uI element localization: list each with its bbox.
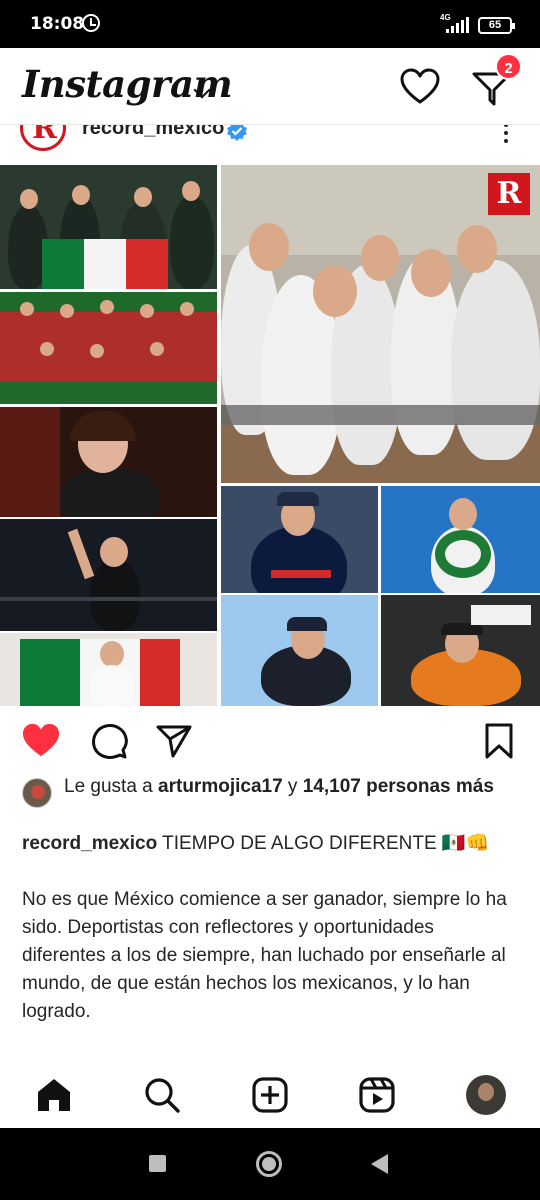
- liker-username[interactable]: arturmojica17: [158, 776, 283, 797]
- reels-icon[interactable]: [358, 1076, 396, 1114]
- bookmark-icon[interactable]: [480, 722, 518, 760]
- verified-badge-icon: [227, 125, 247, 141]
- post-header: R record_mexico: [0, 125, 540, 165]
- system-navigation-bar: [0, 1128, 540, 1200]
- post-actions: [0, 706, 540, 774]
- post-username[interactable]: record_mexico: [82, 125, 224, 140]
- likes-count[interactable]: 14,107 personas más: [303, 776, 494, 797]
- photo-fighter-woman: [0, 407, 217, 517]
- photo-f1-driver: [221, 486, 378, 593]
- likes-text: Le gusta a arturmojica17 y 14,107 person…: [64, 776, 494, 797]
- photo-team-celebration: [0, 165, 217, 289]
- like-heart-icon[interactable]: [22, 722, 60, 760]
- profile-avatar[interactable]: [466, 1075, 506, 1115]
- caption-headline: TIEMPO DE ALGO DIFERENTE 🇲🇽👊: [157, 833, 490, 854]
- recents-icon[interactable]: [149, 1155, 166, 1172]
- caption-username[interactable]: record_mexico: [22, 833, 157, 854]
- photo-baseball-team: [0, 292, 217, 404]
- photo-woman-flag: [0, 633, 217, 706]
- liker-avatar: [22, 778, 52, 808]
- photo-driver-confetti: [221, 595, 378, 706]
- post-caption: record_mexico TIEMPO DE ALGO DIFERENTE 🇲…: [22, 830, 512, 1054]
- status-time: 18:08: [30, 14, 85, 34]
- photo-flag-football-team: R: [221, 165, 540, 483]
- bottom-navigation: [0, 1062, 540, 1128]
- status-bar: 18:08 4G 65: [0, 0, 540, 48]
- caption-body: No es que México comience a ser ganador,…: [22, 889, 507, 1022]
- search-icon[interactable]: [143, 1076, 181, 1114]
- record-logo: R: [488, 173, 530, 215]
- photo-le-mans-podium: [381, 486, 540, 593]
- share-icon[interactable]: [155, 722, 193, 760]
- create-icon[interactable]: [251, 1076, 289, 1114]
- home-icon[interactable]: [35, 1076, 73, 1114]
- photo-ufc-fighter: [0, 519, 217, 631]
- post-image-collage[interactable]: R: [0, 165, 540, 706]
- post-avatar[interactable]: R: [20, 125, 66, 151]
- alarm-icon: [82, 14, 100, 32]
- heart-icon[interactable]: [400, 68, 440, 106]
- app-header: Instagram 2: [0, 48, 540, 124]
- more-options-icon[interactable]: [500, 125, 512, 143]
- back-icon[interactable]: [371, 1154, 388, 1174]
- signal-icon: [446, 17, 469, 33]
- comment-icon[interactable]: [90, 722, 128, 760]
- notification-badge: 2: [495, 53, 522, 80]
- home-circle-icon[interactable]: [256, 1151, 282, 1177]
- photo-indycar-driver: [381, 595, 540, 706]
- battery-icon: 65: [478, 17, 515, 34]
